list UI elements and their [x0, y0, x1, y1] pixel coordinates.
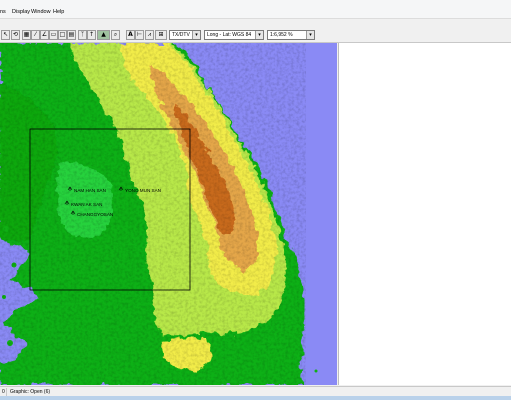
toolbar: ↖ ⟲ ▦ ⁄ ∠ ▭ □ ▤ ᛉ ↑ ▲ ⌕ A ⊢ ⩘ ⊞ TX/DTV ▾…: [0, 28, 511, 43]
site-marker[interactable]: YONG MUN SAN: [118, 186, 161, 193]
square-tool-icon[interactable]: □: [58, 30, 67, 40]
site-marker[interactable]: NAM HAN SAN: [67, 186, 106, 193]
site-marker[interactable]: KWAN AK SAN: [64, 200, 102, 207]
settings-grid-icon[interactable]: ⊞: [155, 30, 167, 40]
measure-icon[interactable]: ⊢: [135, 30, 144, 40]
antenna-icon[interactable]: ᛉ: [78, 30, 87, 40]
menu-window[interactable]: Window: [31, 9, 51, 15]
polyline-tool-icon[interactable]: ∠: [40, 30, 49, 40]
refresh-icon[interactable]: ⟲: [11, 30, 20, 40]
menu-display[interactable]: Display: [12, 9, 30, 15]
menu-tools[interactable]: ns: [0, 9, 6, 15]
site-label: CHANGGYOSAN: [77, 212, 113, 217]
coordinate-system-select[interactable]: Long - Lat: WGS 84 ▾: [204, 30, 264, 40]
text-tool-icon[interactable]: A: [126, 30, 135, 40]
terrain-map[interactable]: NAM HAN SAN YONG MUN SAN KWAN AK SAN CHA…: [0, 43, 337, 385]
terrain-icon[interactable]: ▲: [97, 30, 110, 40]
chevron-down-icon: ▾: [255, 31, 263, 39]
zoom-icon[interactable]: ⌕: [111, 30, 120, 40]
menu-bar: ns Display Window Help: [0, 0, 511, 19]
scale-value: 1:6,952 %: [270, 32, 293, 38]
scale-select[interactable]: 1:6,952 % ▾: [267, 30, 315, 40]
relief-shading: [0, 43, 306, 385]
tower-icon[interactable]: ↑: [87, 30, 96, 40]
site-marker[interactable]: CHANGGYOSAN: [70, 210, 113, 217]
site-label: YONG MUN SAN: [125, 188, 161, 193]
line-tool-icon[interactable]: ⁄: [31, 30, 40, 40]
projection-value: TX/DTV: [172, 32, 190, 38]
chevron-down-icon: ▾: [192, 31, 200, 39]
grid-icon[interactable]: ▦: [22, 30, 31, 40]
taskbar-strip: [0, 396, 511, 400]
side-panel: [338, 43, 511, 385]
status-graphic: Graphic: Open (6): [10, 389, 51, 395]
site-label: KWAN AK SAN: [71, 202, 102, 207]
menu-help[interactable]: Help: [53, 9, 64, 15]
pointer-icon[interactable]: ↖: [1, 30, 10, 40]
profile-icon[interactable]: ⩘: [145, 30, 154, 40]
layer-icon[interactable]: ▤: [67, 30, 76, 40]
projection-select[interactable]: TX/DTV ▾: [169, 30, 201, 40]
terrain-map-canvas: NAM HAN SAN YONG MUN SAN KWAN AK SAN CHA…: [0, 43, 337, 385]
coordinate-system-value: Long - Lat: WGS 84: [207, 32, 252, 38]
status-left: 0: [0, 388, 7, 396]
site-label: NAM HAN SAN: [74, 188, 106, 193]
rectangle-tool-icon[interactable]: ▭: [49, 30, 58, 40]
chevron-down-icon: ▾: [306, 31, 314, 39]
